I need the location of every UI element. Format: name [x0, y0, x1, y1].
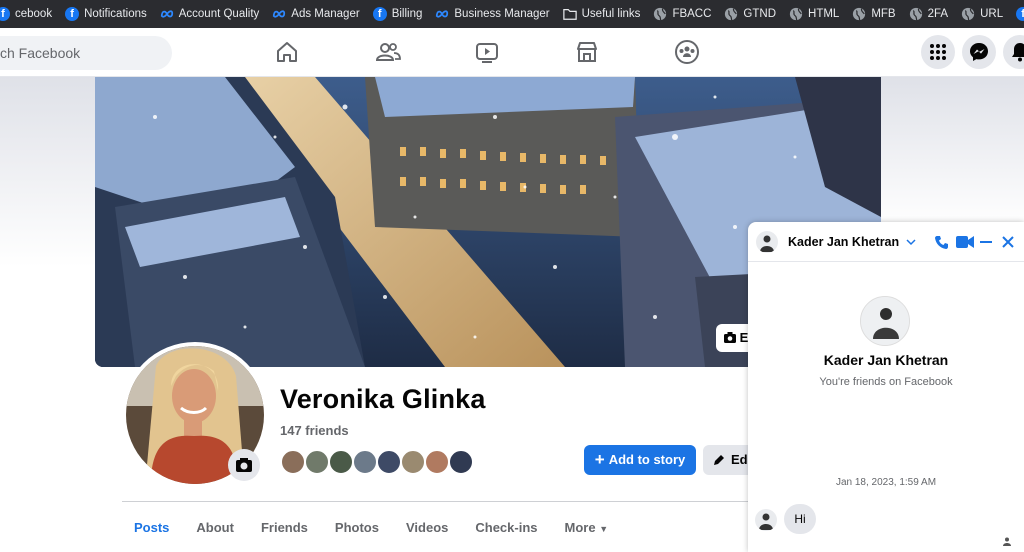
profile-name: Veronika Glinka — [280, 384, 486, 414]
globe-icon — [654, 7, 667, 21]
tab-videos[interactable]: Videos — [406, 520, 448, 535]
notifications-bell-icon[interactable] — [1003, 35, 1024, 69]
facebook-icon: f — [372, 7, 387, 21]
friend-avatar[interactable] — [352, 449, 378, 475]
add-story-label: Add to story — [608, 452, 686, 467]
tab-photos[interactable]: Photos — [335, 520, 379, 535]
globe-icon — [725, 7, 738, 21]
close-icon[interactable] — [1001, 235, 1015, 249]
friend-avatar[interactable] — [280, 449, 306, 475]
bookmark-item[interactable]: fUNBAN — [1016, 7, 1024, 21]
bookmark-label: Business Manager — [454, 8, 550, 20]
pencil-icon — [714, 455, 724, 465]
bookmark-item[interactable]: GTND — [724, 7, 776, 21]
profile-tabs: Posts About Friends Photos Videos Check-… — [134, 520, 635, 535]
bookmark-item[interactable]: HTML — [789, 7, 839, 21]
search-input[interactable]: ch Facebook — [0, 36, 172, 70]
edit-profile-label: Ed — [731, 452, 748, 467]
chat-profile-name: Kader Jan Khetran — [823, 352, 949, 368]
friends-icon[interactable] — [374, 38, 402, 66]
globe-icon — [789, 7, 803, 21]
bookmark-item[interactable]: Ads Manager — [272, 7, 360, 21]
meta-icon — [160, 10, 173, 18]
bookmark-label: MFB — [871, 8, 896, 20]
home-icon[interactable] — [273, 38, 301, 66]
message-timestamp: Jan 18, 2023, 1:59 AM — [835, 477, 937, 488]
bookmark-item[interactable]: Account Quality — [160, 7, 260, 21]
chat-window: Kader Jan Khetran Kader Jan Khetran You'… — [748, 222, 1024, 552]
friends-count[interactable]: 147 friends — [280, 423, 349, 438]
friend-avatar[interactable] — [400, 449, 426, 475]
bookmark-item[interactable]: URL — [961, 7, 1003, 21]
bookmark-item[interactable]: MFB — [852, 7, 896, 21]
bookmarks-bar: f cebook f Notifications Account Quality Ads … — [0, 0, 1024, 28]
facebook-icon: f — [1016, 7, 1024, 21]
tab-friends[interactable]: Friends — [261, 520, 308, 535]
seen-avatar-icon — [1003, 537, 1011, 546]
bookmark-label: cebook — [15, 8, 53, 20]
bookmark-item[interactable]: Useful links — [562, 7, 641, 21]
tab-about[interactable]: About — [196, 520, 234, 535]
facebook-icon: f — [0, 7, 10, 21]
plus-icon: + — [594, 450, 605, 469]
bookmark-item[interactable]: f cebook — [0, 7, 52, 21]
groups-icon[interactable] — [673, 38, 701, 66]
facebook-icon: f — [65, 7, 80, 21]
camera-icon — [724, 332, 736, 343]
top-navbar: ch Facebook — [0, 28, 1024, 77]
watch-icon[interactable] — [473, 38, 501, 66]
message-bubble[interactable]: Hi — [784, 504, 816, 534]
camera-icon[interactable] — [228, 449, 260, 481]
menu-grid-icon[interactable] — [921, 35, 955, 69]
folder-icon — [562, 9, 577, 20]
chat-contact-avatar[interactable] — [756, 231, 778, 253]
bookmark-item[interactable]: f Billing — [372, 7, 423, 21]
friend-avatar[interactable] — [376, 449, 402, 475]
bookmark-label: Account Quality — [178, 8, 260, 20]
marketplace-icon[interactable] — [573, 38, 601, 66]
chat-profile-avatar[interactable] — [860, 296, 910, 346]
meta-icon — [273, 10, 286, 18]
phone-icon[interactable] — [934, 234, 950, 250]
friend-avatar[interactable] — [424, 449, 450, 475]
bookmark-label: GTND — [743, 8, 777, 20]
video-call-icon[interactable] — [956, 235, 974, 249]
meta-icon — [436, 10, 449, 18]
chevron-down-icon[interactable] — [906, 238, 916, 246]
bookmark-item[interactable]: 2FA — [909, 7, 948, 21]
bookmark-label: FBACC — [672, 8, 712, 20]
bookmark-item[interactable]: f Notifications — [65, 7, 147, 21]
tab-posts[interactable]: Posts — [134, 520, 169, 535]
bookmark-label: Notifications — [84, 8, 147, 20]
bookmark-label: HTML — [808, 8, 840, 20]
add-to-story-button[interactable]: + Add to story — [584, 445, 696, 475]
friend-avatar[interactable] — [304, 449, 330, 475]
message-sender-avatar[interactable] — [755, 509, 777, 531]
bookmark-label: Billing — [391, 8, 423, 20]
chat-header[interactable]: Kader Jan Khetran — [748, 222, 1024, 262]
edit-cover-label: E — [739, 330, 749, 345]
bookmark-label: URL — [980, 8, 1004, 20]
bookmark-label: Useful links — [581, 8, 641, 20]
chat-friend-status: You're friends on Facebook — [819, 376, 953, 388]
minimize-icon[interactable] — [979, 235, 993, 249]
tab-check-ins[interactable]: Check-ins — [475, 520, 537, 535]
bookmark-label: 2FA — [927, 8, 949, 20]
globe-icon — [909, 7, 922, 21]
background-gradient-right — [880, 77, 1024, 227]
bookmark-item[interactable]: Business Manager — [435, 7, 550, 21]
tab-more[interactable]: More ▼ — [565, 520, 609, 535]
background-gradient-left — [0, 77, 96, 267]
globe-icon — [853, 7, 866, 21]
friend-avatar[interactable] — [328, 449, 354, 475]
friend-avatar[interactable] — [448, 449, 474, 475]
caret-down-icon: ▼ — [599, 524, 609, 534]
chat-contact-name[interactable]: Kader Jan Khetran — [788, 235, 899, 249]
bookmark-label: Ads Manager — [291, 8, 360, 20]
globe-icon — [961, 7, 975, 21]
divider — [122, 501, 762, 502]
bookmark-item[interactable]: FBACC — [653, 7, 711, 21]
messenger-icon[interactable] — [962, 35, 996, 69]
